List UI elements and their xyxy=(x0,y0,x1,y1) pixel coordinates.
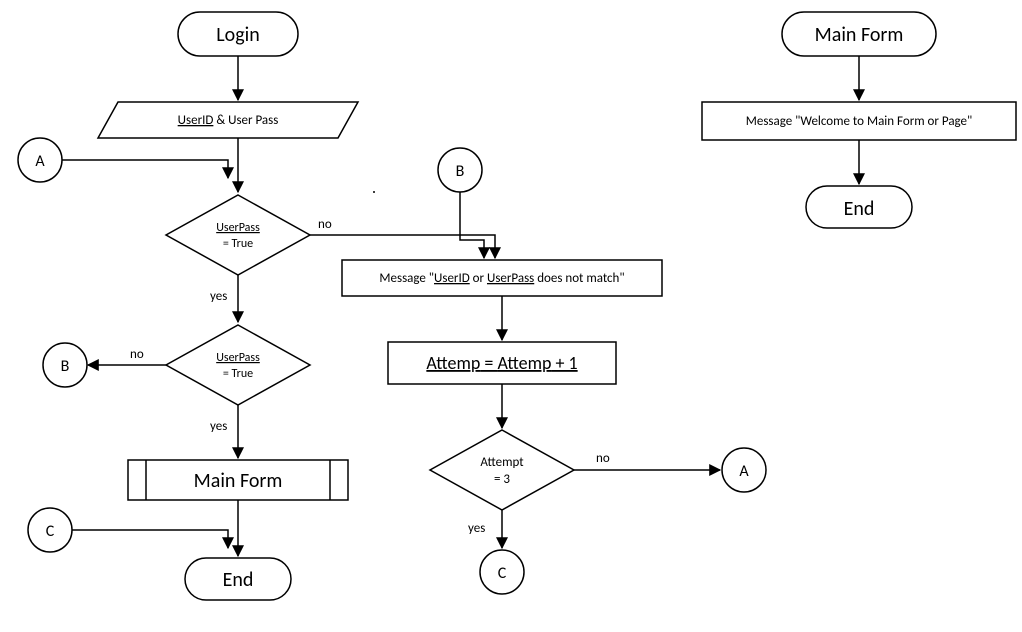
attemp-plus: + 1 xyxy=(551,352,577,374)
connector-c-left-label: C xyxy=(46,522,55,541)
dec1-yes-label: yes xyxy=(210,289,227,304)
mainform-label: Main Form xyxy=(815,23,904,47)
svg-text:Attemp = Attemp + 1: Attemp = Attemp + 1 xyxy=(426,352,577,374)
end-terminator-left: End xyxy=(185,558,291,600)
attemp-eq: = xyxy=(480,352,497,374)
login-label: Login xyxy=(216,23,259,47)
decision2-line1: UserPass xyxy=(216,351,260,365)
attemp-word-1: Attemp xyxy=(426,352,480,374)
decision-userpass-1: UserPass = True xyxy=(166,195,310,275)
decision-userpass-2: UserPass = True xyxy=(166,325,310,405)
subprocess-label: Main Form xyxy=(194,469,283,493)
svg-text:UserPass: UserPass xyxy=(216,221,260,235)
msg-userpass: UserPass xyxy=(487,271,534,286)
dec2-no-label: no xyxy=(130,347,144,362)
msg-or: or xyxy=(470,271,487,286)
dec1-no-label: no xyxy=(318,217,332,232)
msg-suffix: does not match" xyxy=(534,271,624,286)
svg-text:UserPass: UserPass xyxy=(216,351,260,365)
input-userid-word: UserID xyxy=(178,113,214,128)
arrow-dec1-no xyxy=(310,235,495,258)
dec-attempt-yes-label: yes xyxy=(468,521,485,536)
msg-userid: UserID xyxy=(434,271,470,286)
login-terminator: Login xyxy=(178,12,298,56)
input-rest: & User Pass xyxy=(213,113,278,128)
connector-c-left: C xyxy=(28,508,72,552)
connector-b-left-label: B xyxy=(61,357,70,376)
decision1-line2: = True xyxy=(223,237,253,251)
dec-attempt-line1: Attempt xyxy=(480,455,524,470)
welcome-label: Message "Welcome to Main Form or Page" xyxy=(746,114,973,129)
end-left-label: End xyxy=(223,568,254,592)
msg-prefix: Message " xyxy=(379,271,434,286)
end-terminator-right: End xyxy=(806,186,912,228)
connector-b-mid: B xyxy=(438,148,482,192)
subprocess-main-form: Main Form xyxy=(128,460,348,500)
connector-b-mid-label: B xyxy=(456,162,465,181)
process-message-nomatch: Message "UserID or UserPass does not mat… xyxy=(342,260,662,296)
arrow-a-to-merge xyxy=(62,160,228,178)
end-right-label: End xyxy=(844,197,875,221)
connector-a-left: A xyxy=(18,138,62,182)
arrow-c-to-end xyxy=(72,530,228,548)
connector-c-mid: C xyxy=(480,550,524,594)
connector-c-mid-label: C xyxy=(498,564,507,583)
dec-attempt-no-label: no xyxy=(596,451,610,466)
process-welcome: Message "Welcome to Main Form or Page" xyxy=(702,102,1016,140)
decision-attempt-3: Attempt = 3 xyxy=(430,430,574,510)
process-attempt-increment: Attemp = Attemp + 1 xyxy=(388,342,616,384)
decision1-line1: UserPass xyxy=(216,221,260,235)
connector-a-mid-label: A xyxy=(739,462,749,481)
connector-a-left-label: A xyxy=(35,152,45,171)
arrow-b-down xyxy=(460,192,484,258)
connector-a-mid: A xyxy=(722,448,766,492)
decision2-line2: = True xyxy=(223,367,253,381)
stray-dot xyxy=(373,191,375,193)
attemp-word-2: Attemp xyxy=(497,352,551,374)
svg-text:UserID & User Pass: UserID & User Pass xyxy=(178,113,279,128)
mainform-terminator: Main Form xyxy=(782,12,936,56)
connector-b-left: B xyxy=(43,343,87,387)
dec-attempt-line2: = 3 xyxy=(494,472,510,487)
input-userid-userpass: UserID & User Pass xyxy=(98,102,358,138)
svg-text:Message "UserID or UserPass do: Message "UserID or UserPass does not mat… xyxy=(379,271,624,286)
dec2-yes-label: yes xyxy=(210,419,227,434)
